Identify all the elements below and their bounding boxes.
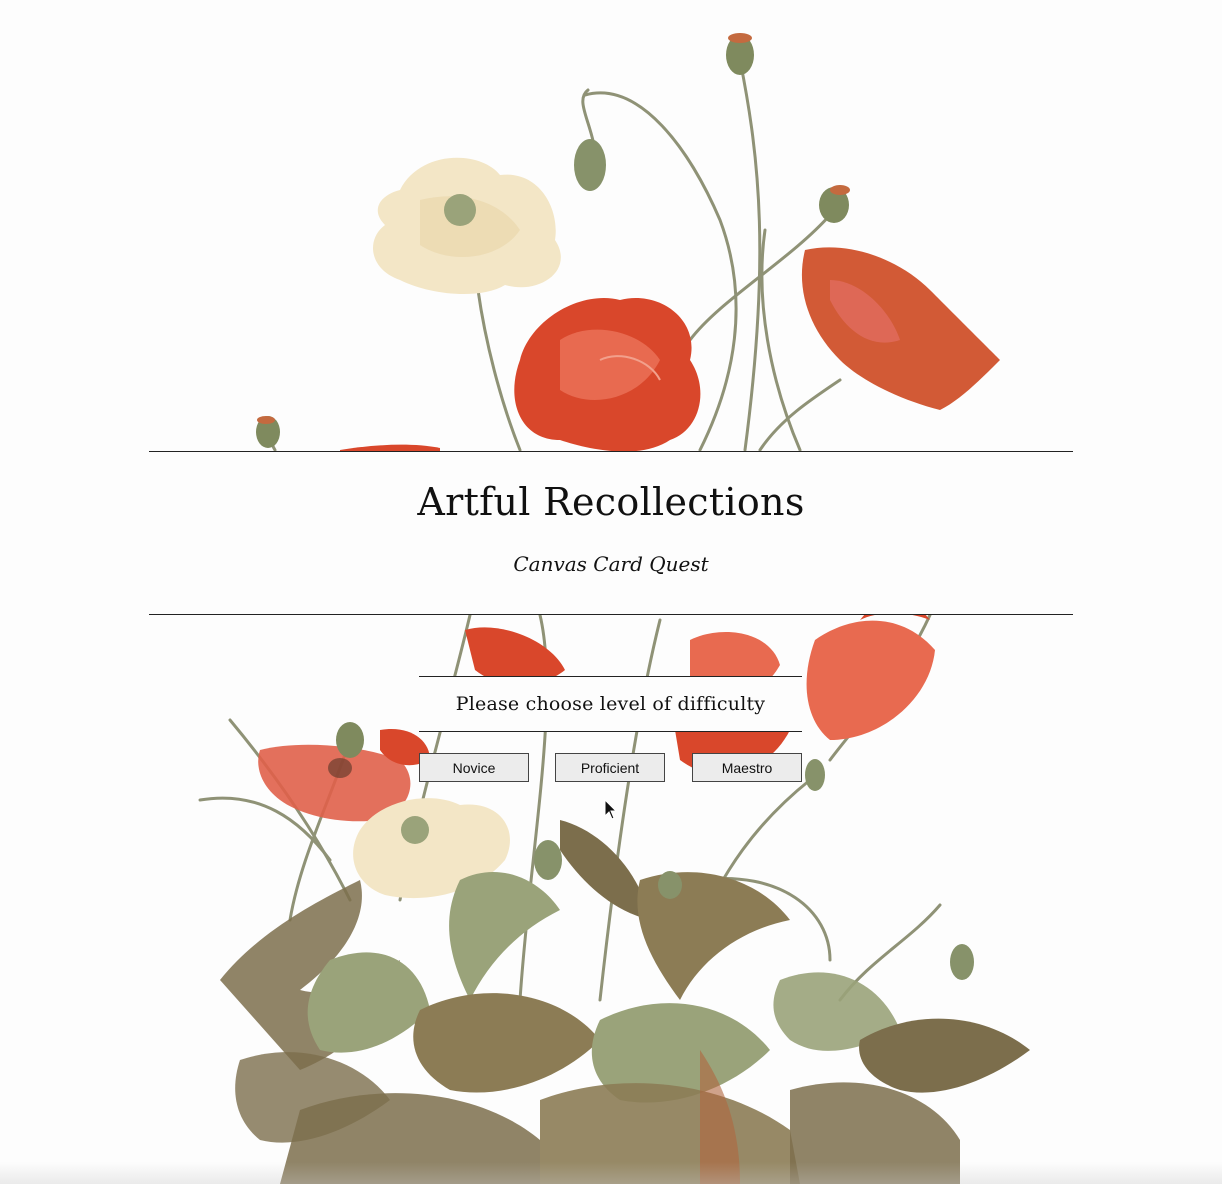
maestro-button[interactable]: Maestro [692, 753, 802, 782]
page-subtitle: Canvas Card Quest [513, 552, 709, 576]
poppy-bud-right [819, 185, 850, 223]
novice-button[interactable]: Novice [419, 753, 529, 782]
foliage [220, 820, 1030, 1184]
title-header: Artful Recollections Canvas Card Quest [149, 451, 1073, 615]
poppy-bud-small [256, 416, 280, 448]
proficient-button[interactable]: Proficient [555, 753, 665, 782]
poppy-bud-top [726, 33, 754, 75]
red-poppy-center [514, 298, 701, 452]
difficulty-prompt-text: Please choose level of difficulty [455, 693, 766, 715]
mouse-pointer-icon [604, 799, 618, 820]
poppy-bud-left [574, 139, 606, 191]
page-title: Artful Recollections [417, 480, 805, 524]
bottom-edge-shadow [0, 1162, 1222, 1184]
difficulty-prompt-box: Please choose level of difficulty [419, 676, 802, 732]
cream-poppy-top [373, 157, 561, 295]
